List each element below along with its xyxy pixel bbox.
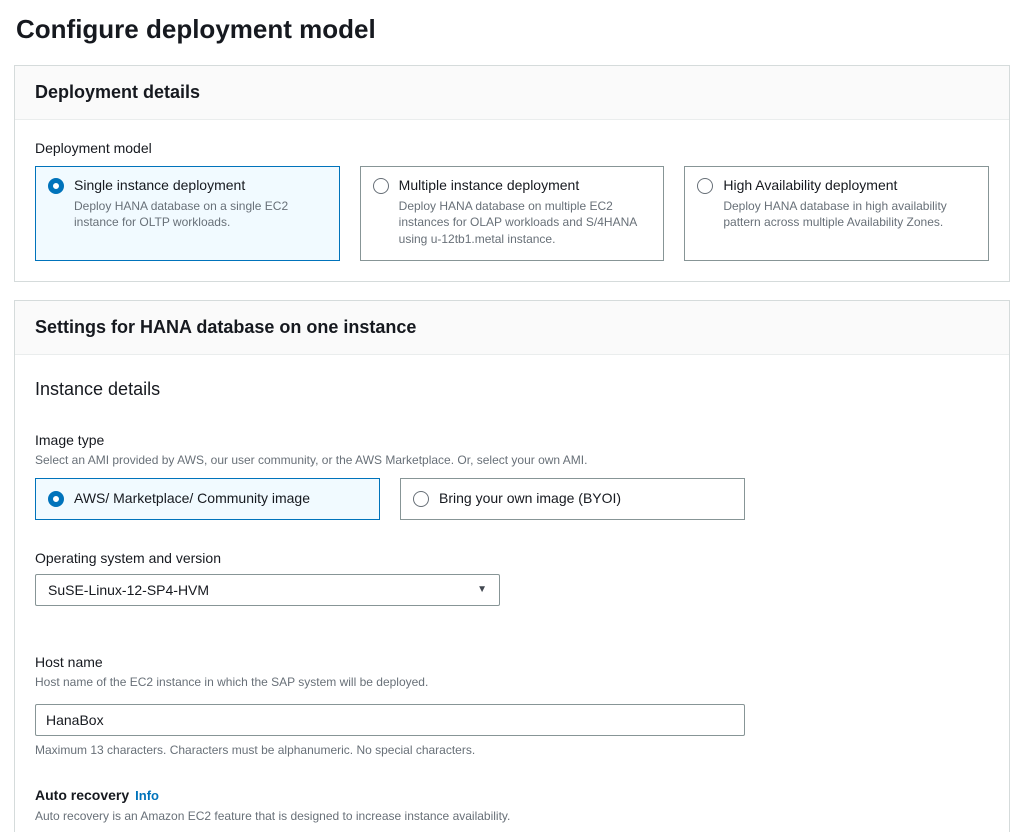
- image-type-option-byoi[interactable]: Bring your own image (BYOI): [400, 478, 745, 520]
- image-type-label: Image type: [35, 432, 989, 448]
- option-label: Bring your own image (BYOI): [439, 489, 621, 509]
- host-name-input[interactable]: [35, 704, 745, 736]
- option-label: Single instance deployment: [74, 176, 327, 196]
- option-text: Multiple instance deployment Deploy HANA…: [399, 176, 652, 248]
- image-type-description: Select an AMI provided by AWS, our user …: [35, 452, 989, 469]
- deployment-details-card: Deployment details Deployment model Sing…: [14, 65, 1010, 282]
- option-label: AWS/ Marketplace/ Community image: [74, 489, 310, 509]
- deployment-option-single-instance[interactable]: Single instance deployment Deploy HANA d…: [35, 166, 340, 261]
- auto-recovery-label: Auto recovery: [35, 787, 129, 803]
- deployment-option-high-availability[interactable]: High Availability deployment Deploy HANA…: [684, 166, 989, 261]
- image-type-option-aws[interactable]: AWS/ Marketplace/ Community image: [35, 478, 380, 520]
- radio-icon[interactable]: [373, 178, 389, 194]
- option-description: Deploy HANA database in high availabilit…: [723, 198, 976, 232]
- option-description: Deploy HANA database on a single EC2 ins…: [74, 198, 327, 232]
- option-text: Single instance deployment Deploy HANA d…: [74, 176, 327, 231]
- os-group: Operating system and version SuSE-Linux-…: [35, 550, 989, 606]
- page-title: Configure deployment model: [0, 0, 1024, 65]
- auto-recovery-group: Auto recovery Info Auto recovery is an Am…: [35, 787, 989, 832]
- settings-header: Settings for HANA database on one instan…: [15, 301, 1009, 355]
- deployment-option-multiple-instance[interactable]: Multiple instance deployment Deploy HANA…: [360, 166, 665, 261]
- chevron-down-icon: ▼: [477, 584, 487, 595]
- host-name-label: Host name: [35, 654, 989, 670]
- os-select[interactable]: SuSE-Linux-12-SP4-HVM ▼: [35, 574, 500, 606]
- image-type-group: Image type Select an AMI provided by AWS…: [35, 432, 989, 520]
- settings-body: Instance details Image type Select an AM…: [15, 355, 1009, 832]
- deployment-model-label: Deployment model: [35, 140, 989, 156]
- option-label: High Availability deployment: [723, 176, 976, 196]
- deployment-details-body: Deployment model Single instance deploym…: [15, 120, 1009, 281]
- host-name-description: Host name of the EC2 instance in which t…: [35, 674, 989, 691]
- auto-recovery-description: Auto recovery is an Amazon EC2 feature t…: [35, 808, 989, 825]
- os-label: Operating system and version: [35, 550, 989, 566]
- deployment-details-header: Deployment details: [15, 66, 1009, 120]
- radio-icon[interactable]: [413, 491, 429, 507]
- settings-card: Settings for HANA database on one instan…: [14, 300, 1010, 832]
- host-name-group: Host name Host name of the EC2 instance …: [35, 654, 989, 757]
- auto-recovery-label-row: Auto recovery Info: [35, 787, 989, 805]
- option-label: Multiple instance deployment: [399, 176, 652, 196]
- info-link[interactable]: Info: [135, 788, 159, 803]
- option-description: Deploy HANA database on multiple EC2 ins…: [399, 198, 652, 248]
- radio-icon[interactable]: [48, 178, 64, 194]
- radio-icon[interactable]: [697, 178, 713, 194]
- radio-icon[interactable]: [48, 491, 64, 507]
- image-type-options: AWS/ Marketplace/ Community image Bring …: [35, 478, 745, 520]
- host-name-constraint: Maximum 13 characters. Characters must b…: [35, 743, 989, 757]
- instance-details-heading: Instance details: [35, 375, 989, 400]
- option-text: High Availability deployment Deploy HANA…: [723, 176, 976, 231]
- deployment-model-options: Single instance deployment Deploy HANA d…: [35, 166, 989, 261]
- os-select-value: SuSE-Linux-12-SP4-HVM: [48, 582, 209, 598]
